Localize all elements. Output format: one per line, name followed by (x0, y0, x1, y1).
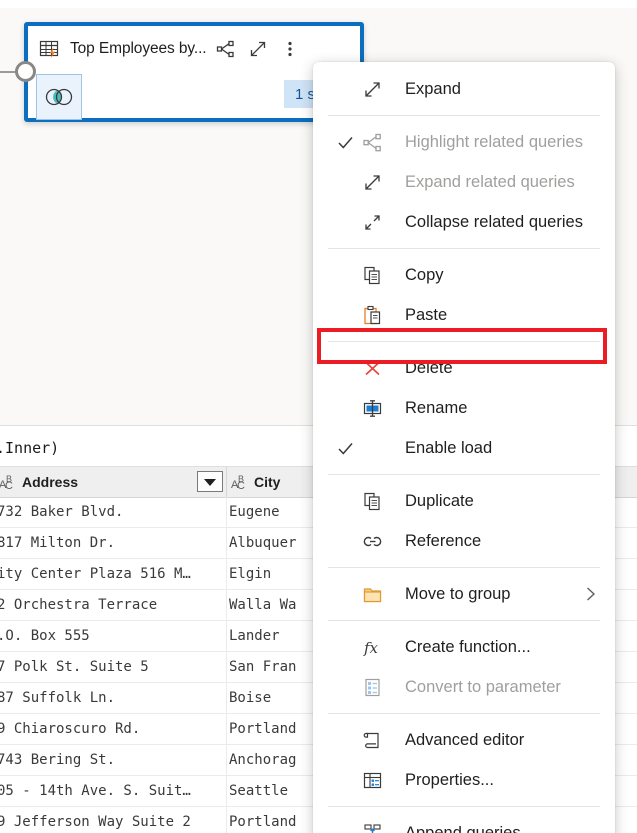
context-menu-item-label: Expand (405, 79, 461, 98)
fx-icon: fx (359, 637, 385, 658)
query-card-title: Top Employees by... (70, 40, 207, 57)
power-query-diagram-view: Top Employees by... 1 st .Inner) A B C A… (0, 0, 637, 833)
merge-venn-icon[interactable] (36, 74, 82, 120)
context-menu-item-duplicate[interactable]: Duplicate (313, 481, 615, 521)
context-menu-separator (328, 248, 600, 249)
parameter-icon (359, 677, 385, 698)
context-menu-item-enable-load[interactable]: Enable load (313, 428, 615, 468)
table-lightning-icon (38, 37, 62, 61)
copy-icon (359, 265, 385, 286)
collapse-diagonal-icon (359, 212, 385, 233)
table-cell: ity Center Plaza 516 M… (0, 559, 227, 589)
table-cell: .O. Box 555 (0, 621, 227, 651)
column-header-label: City (254, 474, 281, 490)
reference-link-icon (359, 531, 385, 552)
context-menu-item-append-queries[interactable]: Append queries (313, 813, 615, 833)
formula-bar-text: .Inner) (0, 439, 60, 457)
context-menu-item-label: Expand related queries (405, 172, 575, 191)
canvas-top-strip (0, 0, 637, 8)
context-menu-item-paste[interactable]: Paste (313, 295, 615, 335)
append-queries-icon (359, 823, 385, 833)
advanced-editor-icon (359, 730, 385, 751)
context-menu-item-label: Append queries (405, 823, 521, 833)
expand-diagonal-icon[interactable] (243, 34, 273, 64)
query-card-actions (211, 34, 305, 64)
context-menu-item-label: Move to group (405, 584, 511, 603)
context-menu-item-label: Reference (405, 531, 482, 550)
query-card-header: Top Employees by... (28, 26, 360, 72)
context-menu-item-collapse-related-queries[interactable]: Collapse related queries (313, 202, 615, 242)
context-menu-item-label: Collapse related queries (405, 212, 583, 231)
context-menu-separator (328, 806, 600, 807)
chevron-right-icon (584, 586, 597, 602)
context-menu-item-reference[interactable]: Reference (313, 521, 615, 561)
context-menu-item-label: Duplicate (405, 491, 474, 510)
context-menu-item-convert-to-parameter: Convert to parameter (313, 667, 615, 707)
table-cell: 9 Jefferson Way Suite 2 (0, 807, 227, 833)
column-header-address[interactable]: ABC Address (0, 467, 227, 497)
context-menu-item-label: Convert to parameter (405, 677, 561, 696)
context-menu-separator (328, 567, 600, 568)
abc-text-icon: ABC (231, 474, 245, 492)
context-menu-item-label: Enable load (405, 438, 493, 457)
table-cell: 87 Suffolk Ln. (0, 683, 227, 713)
context-menu-item-label: Highlight related queries (405, 132, 583, 151)
context-menu-separator (328, 474, 600, 475)
delete-x-icon (359, 358, 385, 379)
context-menu-item-delete[interactable]: Delete (313, 348, 615, 388)
context-menu-item-label: Delete (405, 358, 453, 377)
svg-text:fx: fx (363, 639, 379, 657)
context-menu-item-label: Advanced editor (405, 730, 525, 749)
table-cell: 743 Bering St. (0, 745, 227, 775)
context-menu-item-highlight-related-queries: Highlight related queries (313, 122, 615, 162)
context-menu-item-label: Properties... (405, 770, 494, 789)
duplicate-icon (359, 491, 385, 512)
expand-diagonal-icon (359, 79, 385, 100)
column-header-label: Address (22, 474, 79, 490)
context-menu-item-properties[interactable]: Properties... (313, 760, 615, 800)
context-menu-separator (328, 620, 600, 621)
context-menu-item-expand[interactable]: Expand (313, 69, 615, 109)
context-menu-separator (328, 341, 600, 342)
table-cell: 2 Orchestra Terrace (0, 590, 227, 620)
table-cell: 7 Polk St. Suite 5 (0, 652, 227, 682)
context-menu-item-label: Rename (405, 398, 468, 417)
table-cell: 732 Baker Blvd. (0, 497, 227, 527)
table-cell: 9 Chiaroscuro Rd. (0, 714, 227, 744)
table-cell: 817 Milton Dr. (0, 528, 227, 558)
checkmark-icon (331, 134, 359, 151)
abc-text-icon: ABC (0, 474, 13, 492)
rename-icon (359, 398, 385, 419)
column-filter-button-address[interactable] (197, 471, 223, 492)
query-card-body: 1 st (28, 72, 360, 120)
table-cell: 05 - 14th Ave. S. Suit… (0, 776, 227, 806)
context-menu-item-expand-related-queries: Expand related queries (313, 162, 615, 202)
context-menu-item-rename[interactable]: Rename (313, 388, 615, 428)
paste-icon (359, 305, 385, 326)
more-options-icon[interactable] (275, 34, 305, 64)
related-queries-icon (359, 132, 385, 153)
properties-icon (359, 770, 385, 791)
folder-icon (359, 584, 385, 605)
checkmark-icon (331, 440, 359, 457)
context-menu-item-create-function[interactable]: fx Create function... (313, 627, 615, 667)
context-menu-separator (328, 713, 600, 714)
context-menu-item-copy[interactable]: Copy (313, 255, 615, 295)
query-context-menu[interactable]: Expand Highlight related queries Expand re… (313, 62, 615, 833)
query-connector-node[interactable] (15, 61, 36, 82)
context-menu-item-label: Paste (405, 305, 448, 324)
context-menu-separator (328, 115, 600, 116)
context-menu-item-label: Copy (405, 265, 444, 284)
context-menu-item-advanced-editor[interactable]: Advanced editor (313, 720, 615, 760)
related-queries-icon[interactable] (211, 34, 241, 64)
context-menu-item-move-to-group[interactable]: Move to group (313, 574, 615, 614)
expand-diagonal-icon (359, 172, 385, 193)
context-menu-item-label: Create function... (405, 637, 531, 656)
